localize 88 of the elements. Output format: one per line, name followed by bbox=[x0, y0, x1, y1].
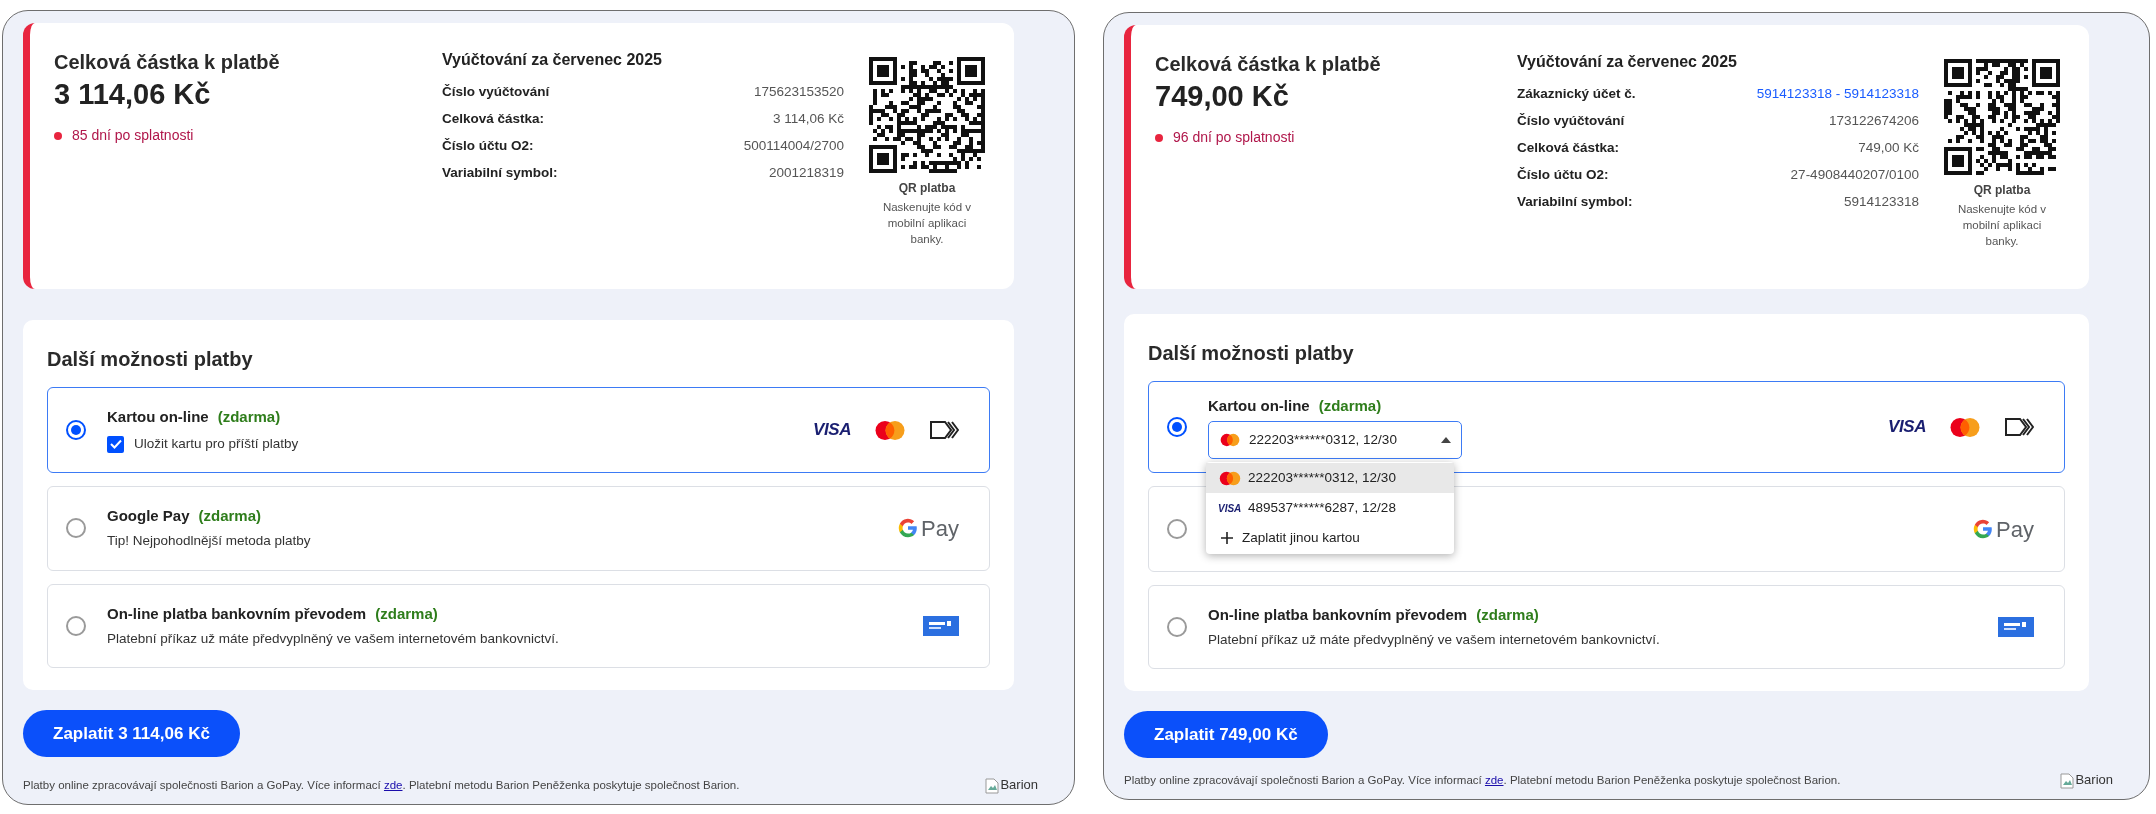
detail-value: 173122674206 bbox=[1828, 112, 1919, 131]
detail-label: Variabilní symbol: bbox=[1517, 193, 1633, 212]
mastercard-icon bbox=[1218, 470, 1242, 486]
payment-option[interactable]: On-line platba bankovním převodem (zdarma) Platební příkaz už máte předvyplněný ve vašem internetovém bankovnictví. bbox=[47, 583, 990, 668]
option-title: On-line platba bankovním převodem bbox=[1208, 605, 1468, 625]
detail-label: Celková částka: bbox=[1517, 139, 1620, 158]
summary-title: Celková částka k platbě bbox=[1155, 52, 1382, 77]
detail-value: 500114004/2700 bbox=[743, 137, 844, 156]
option-title: On-line platba bankovním převodem bbox=[107, 603, 367, 624]
broken-image-icon bbox=[985, 778, 1000, 794]
detail-value: 27-4908440207/0100 bbox=[1790, 166, 1919, 185]
detail-label: Číslo účtu O2: bbox=[442, 137, 534, 156]
free-label: (zdarma) bbox=[375, 603, 438, 624]
bank-logo-icon bbox=[923, 615, 959, 636]
option-title: Kartou on-line bbox=[107, 407, 209, 427]
section-heading: Další možnosti platby bbox=[1148, 341, 1355, 366]
radio-button[interactable] bbox=[66, 518, 86, 539]
footer-note: Platby online zpracovávají společnosti Barion a GoPay. Více informací zde. Platební metodu Barion Peněženka poskytuje společnost Barion. bbox=[1124, 772, 1841, 788]
detail-label: Číslo účtu O2: bbox=[1517, 166, 1609, 185]
detail-label: Variabilní symbol: bbox=[442, 164, 558, 183]
detail-label: Číslo vyúčtování bbox=[1517, 112, 1625, 131]
caret-icon bbox=[1441, 437, 1451, 443]
mastercard-icon bbox=[873, 419, 907, 441]
info-link[interactable]: zde bbox=[383, 778, 403, 791]
billing-title: Vyúčtování za červenec 2025 bbox=[1517, 52, 1738, 72]
billing-title: Vyúčtování za červenec 2025 bbox=[442, 50, 663, 70]
mastercard-icon bbox=[1948, 416, 1982, 438]
checkbox-label: Uložit kartu pro příští platby bbox=[134, 435, 299, 453]
detail-value: 175623153520 bbox=[753, 83, 844, 102]
qr-hint: Naskenujte kód v mobilní aplikaci banky. bbox=[1956, 202, 2048, 249]
free-label: (zdarma) bbox=[217, 407, 281, 427]
checkbox[interactable] bbox=[107, 435, 124, 453]
menu-item[interactable]: Zaplatit jinou kartou bbox=[1206, 523, 1454, 553]
contactless-card-icon bbox=[929, 419, 959, 442]
broken-image: Barion bbox=[2060, 769, 2113, 789]
overdue-status: 85 dní po splatnosti bbox=[72, 126, 194, 145]
card-select[interactable]: 222203******0312, 12/30 bbox=[1208, 421, 1462, 459]
option-subtitle: Platební příkaz už máte předvyplněný ve vašem internetovém bankovnictví. bbox=[1208, 631, 1661, 649]
menu-item[interactable]: 222203******0312, 12/30 bbox=[1206, 463, 1454, 493]
amount-due: 749,00 Kč bbox=[1155, 79, 1290, 114]
detail-value: 3 114,06 Kč bbox=[772, 110, 844, 129]
radio-button[interactable] bbox=[66, 420, 86, 441]
qr-hint: Naskenujte kód v mobilní aplikaci banky. bbox=[881, 200, 973, 247]
contactless-card-icon bbox=[2004, 416, 2034, 438]
radio-button[interactable] bbox=[1167, 617, 1187, 638]
payment-option[interactable]: Kartou on-line (zdarma) Uložit kartu pro příští platby VISA bbox=[47, 387, 990, 474]
amount-due: 3 114,06 Kč bbox=[54, 77, 212, 112]
option-title: Google Pay bbox=[107, 506, 190, 527]
visa-logo: VISA bbox=[813, 419, 851, 442]
summary-title: Celková částka k platbě bbox=[54, 50, 281, 75]
free-label: (zdarma) bbox=[198, 506, 262, 527]
option-subtitle: Tip! Nejpohodlnější metoda platby bbox=[107, 532, 312, 551]
visa-logo: VISA bbox=[1888, 416, 1926, 439]
qr-title: QR platba bbox=[1973, 182, 2031, 199]
plus-icon bbox=[1220, 531, 1234, 545]
radio-button[interactable] bbox=[1167, 417, 1187, 437]
free-label: (zdarma) bbox=[1318, 396, 1382, 416]
payment-option[interactable]: On-line platba bankovním převodem (zdarma) Platební příkaz už máte předvyplněný ve vašem internetovém bankovnictví. bbox=[1148, 585, 2065, 670]
detail-value: 2001218319 bbox=[768, 164, 844, 183]
pay-button[interactable]: Zaplatit 749,00 Kč bbox=[1124, 711, 1328, 759]
mastercard-icon bbox=[1219, 433, 1241, 447]
radio-button[interactable] bbox=[66, 615, 86, 636]
pay-button[interactable]: Zaplatit 3 114,06 Kč bbox=[23, 709, 240, 757]
bank-logo-icon bbox=[1998, 617, 2034, 638]
account-link[interactable]: 5914123318 - 5914123318 bbox=[1756, 84, 1919, 105]
google-g-icon bbox=[1972, 518, 1995, 540]
footer-note: Platby online zpracovávají společnosti Barion a GoPay. Více informací zde. Platební metodu Barion Peněženka poskytuje společnost Barion. bbox=[23, 777, 740, 793]
info-link[interactable]: zde bbox=[1484, 773, 1504, 786]
detail-value: 749,00 Kč bbox=[1858, 139, 1919, 158]
detail-label: Číslo vyúčtování bbox=[442, 83, 550, 102]
detail-label: Zákaznický účet č. bbox=[1517, 85, 1636, 104]
section-heading: Další možnosti platby bbox=[47, 347, 254, 372]
detail-label: Celková částka: bbox=[442, 110, 545, 129]
broken-image: Barion bbox=[985, 774, 1038, 794]
qr-title: QR platba bbox=[898, 180, 956, 197]
payment-option[interactable]: Google Pay (zdarma) Tip! Nejpohodlnější metoda platby Pay bbox=[47, 486, 990, 571]
google-g-icon bbox=[897, 517, 920, 540]
google-pay-logo: Pay bbox=[1972, 512, 2034, 546]
free-label: (zdarma) bbox=[1476, 605, 1539, 625]
option-subtitle: Platební příkaz už máte předvyplněný ve vašem internetovém bankovnictví. bbox=[107, 629, 560, 648]
google-pay-logo: Pay bbox=[897, 511, 959, 545]
visa-logo: VISA bbox=[1218, 501, 1242, 516]
overdue-status: 96 dní po splatnosti bbox=[1173, 128, 1295, 147]
menu-item[interactable]: VISA 489537******6287, 12/28 bbox=[1206, 493, 1454, 523]
radio-button[interactable] bbox=[1167, 519, 1187, 539]
broken-image-icon bbox=[2060, 773, 2075, 789]
option-title: Kartou on-line bbox=[1208, 396, 1310, 416]
detail-value: 5914123318 bbox=[1843, 193, 1919, 212]
